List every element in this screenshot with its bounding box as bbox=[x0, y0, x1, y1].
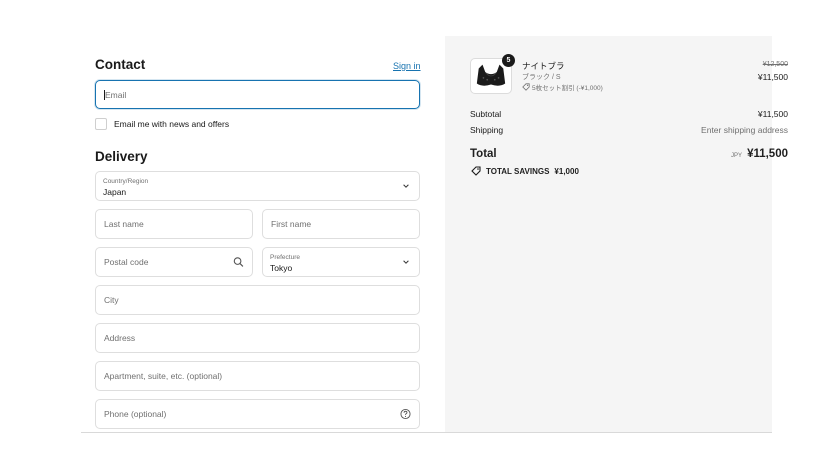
item-price: ¥11,500 bbox=[757, 72, 788, 82]
first-name-field[interactable]: First name bbox=[262, 209, 420, 239]
last-name-placeholder: Last name bbox=[104, 219, 144, 229]
shipping-label: Shipping bbox=[470, 125, 504, 135]
savings-value: ¥1,000 bbox=[554, 166, 579, 176]
prefecture-label: Prefecture bbox=[270, 254, 300, 261]
footer-divider bbox=[81, 432, 772, 433]
first-name-placeholder: First name bbox=[271, 219, 312, 229]
savings-label: TOTAL SAVINGS bbox=[486, 166, 550, 176]
shipping-value: Enter shipping address bbox=[701, 125, 788, 135]
subtotal-value: ¥11,500 bbox=[757, 109, 788, 119]
help-circle-icon[interactable] bbox=[400, 408, 411, 420]
phone-placeholder: Phone (optional) bbox=[104, 409, 167, 419]
apartment-placeholder: Apartment, suite, etc. (optional) bbox=[104, 371, 223, 381]
last-name-field[interactable]: Last name bbox=[95, 209, 253, 239]
phone-field[interactable]: Phone (optional) bbox=[95, 399, 420, 429]
delivery-heading: Delivery bbox=[95, 149, 148, 164]
newsletter-label: Email me with news and offers bbox=[114, 119, 230, 129]
original-price: ¥12,500 bbox=[762, 61, 788, 68]
subtotal-label: Subtotal bbox=[470, 109, 502, 119]
total-currency: JPY bbox=[730, 153, 742, 159]
country-select[interactable]: Country/Region Japan bbox=[95, 171, 420, 201]
city-placeholder: City bbox=[104, 295, 119, 305]
product-discount-text: 5枚セット割引 (-¥1,000) bbox=[532, 85, 603, 92]
prefecture-select[interactable]: Prefecture Tokyo bbox=[262, 247, 420, 277]
chevron-down-icon bbox=[403, 184, 409, 188]
newsletter-checkbox[interactable] bbox=[95, 118, 107, 130]
tag-icon bbox=[471, 166, 481, 176]
product-discount: 5枚セット割引 (-¥1,000) bbox=[522, 82, 603, 92]
product-variant: ブラック / S bbox=[522, 74, 561, 81]
contact-heading: Contact bbox=[95, 57, 146, 72]
order-summary-panel bbox=[445, 36, 772, 432]
postal-code-placeholder: Postal code bbox=[104, 257, 149, 267]
country-value: Japan bbox=[103, 187, 127, 197]
total-label: Total bbox=[470, 148, 497, 160]
apartment-field[interactable]: Apartment, suite, etc. (optional) bbox=[95, 361, 420, 391]
prefecture-value: Tokyo bbox=[270, 263, 293, 273]
product-name: ナイトブラ bbox=[522, 61, 565, 71]
address-placeholder: Address bbox=[104, 333, 136, 343]
email-field[interactable]: Email bbox=[95, 80, 420, 109]
tag-icon bbox=[522, 83, 530, 91]
search-icon[interactable] bbox=[233, 257, 244, 268]
total-savings: TOTAL SAVINGS ¥1,000 bbox=[471, 166, 579, 176]
total-amount: ¥11,500 bbox=[747, 148, 788, 160]
address-field[interactable]: Address bbox=[95, 323, 420, 353]
country-label: Country/Region bbox=[103, 178, 149, 185]
city-field[interactable]: City bbox=[95, 285, 420, 315]
email-placeholder: Email bbox=[105, 89, 127, 100]
chevron-down-icon bbox=[403, 260, 409, 264]
postal-code-field[interactable]: Postal code bbox=[95, 247, 253, 277]
sign-in-link[interactable]: Sign in bbox=[393, 61, 421, 71]
quantity-badge: 5 bbox=[502, 54, 515, 67]
